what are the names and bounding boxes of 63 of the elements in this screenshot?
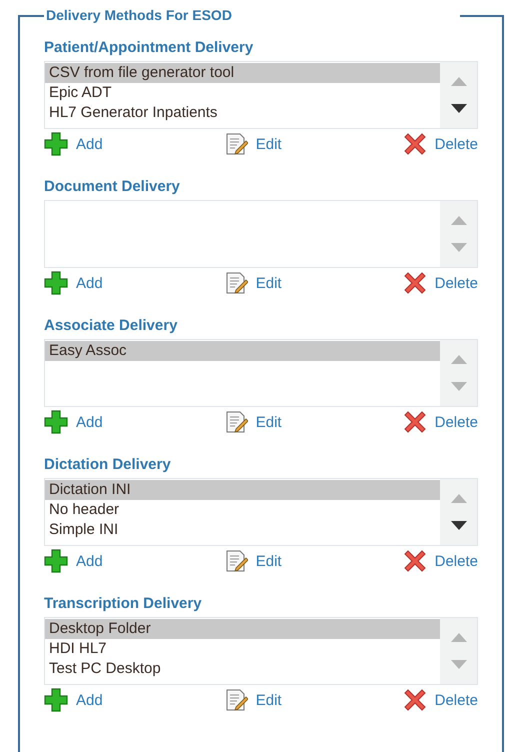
add-link[interactable]: Add (44, 132, 103, 156)
edit-link[interactable]: Edit (224, 271, 282, 295)
section-title: Transcription Delivery (44, 595, 203, 613)
list-item[interactable]: CSV from file generator tool (45, 63, 440, 83)
scrollbar[interactable] (440, 618, 477, 684)
list-item[interactable]: Easy Assoc (45, 341, 440, 361)
delete-link[interactable]: Delete (402, 688, 478, 712)
plus-icon (44, 132, 68, 156)
delete-icon (402, 410, 427, 434)
add-link[interactable]: Add (44, 271, 103, 295)
list-box[interactable]: CSV from file generator tool Epic ADT HL7 Generator Inpatients (44, 61, 478, 129)
notepad-pencil-icon (224, 271, 248, 295)
section-title: Document Delivery (44, 178, 181, 196)
delete-icon (402, 132, 427, 156)
scrollbar[interactable] (440, 201, 477, 267)
plus-icon (44, 549, 68, 573)
edit-link[interactable]: Edit (224, 132, 282, 156)
list-item[interactable]: HDI HL7 (45, 639, 440, 659)
panel-title: Delivery Methods For ESOD (46, 7, 232, 23)
plus-icon (44, 271, 68, 295)
scroll-up-icon[interactable] (450, 216, 466, 225)
notepad-pencil-icon (224, 549, 248, 573)
delete-icon (402, 688, 427, 712)
list-item[interactable]: No header (45, 500, 440, 520)
edit-link[interactable]: Edit (224, 549, 282, 573)
delete-link[interactable]: Delete (402, 132, 478, 156)
list-box[interactable]: Easy Assoc (44, 339, 478, 407)
delete-link[interactable]: Delete (402, 410, 478, 434)
plus-icon (44, 410, 68, 434)
edit-link[interactable]: Edit (224, 410, 282, 434)
notepad-pencil-icon (224, 410, 248, 434)
scroll-down-icon[interactable] (450, 104, 466, 113)
list-box[interactable]: Dictation INI No header Simple INI (44, 478, 478, 546)
list-item[interactable]: HL7 Generator Inpatients (45, 103, 440, 123)
list-box[interactable]: Desktop Folder HDI HL7 Test PC Desktop (44, 617, 478, 685)
add-link[interactable]: Add (44, 549, 103, 573)
list-item[interactable]: Simple INI (45, 520, 440, 540)
delete-link[interactable]: Delete (402, 549, 478, 573)
scrollbar[interactable] (440, 62, 477, 128)
delete-icon (402, 549, 427, 573)
section-title: Associate Delivery (44, 317, 178, 335)
plus-icon (44, 688, 68, 712)
section-title: Dictation Delivery (44, 456, 172, 474)
scroll-up-icon[interactable] (450, 494, 466, 503)
notepad-pencil-icon (224, 132, 248, 156)
list-item[interactable]: Test PC Desktop (45, 659, 440, 679)
edit-link[interactable]: Edit (224, 688, 282, 712)
delete-icon (402, 271, 427, 295)
add-link[interactable]: Add (44, 688, 103, 712)
list-item[interactable]: Desktop Folder (45, 619, 440, 639)
scrollbar[interactable] (440, 340, 477, 406)
notepad-pencil-icon (224, 688, 248, 712)
list-box[interactable] (44, 200, 478, 268)
delete-link[interactable]: Delete (402, 271, 478, 295)
list-item[interactable]: Epic ADT (45, 83, 440, 103)
scrollbar[interactable] (440, 479, 477, 545)
scroll-up-icon[interactable] (450, 77, 466, 86)
scroll-down-icon[interactable] (450, 521, 466, 530)
scroll-up-icon[interactable] (450, 633, 466, 642)
section-title: Patient/Appointment Delivery (44, 39, 254, 57)
list-item[interactable]: Dictation INI (45, 480, 440, 500)
scroll-up-icon[interactable] (450, 355, 466, 364)
add-link[interactable]: Add (44, 410, 103, 434)
